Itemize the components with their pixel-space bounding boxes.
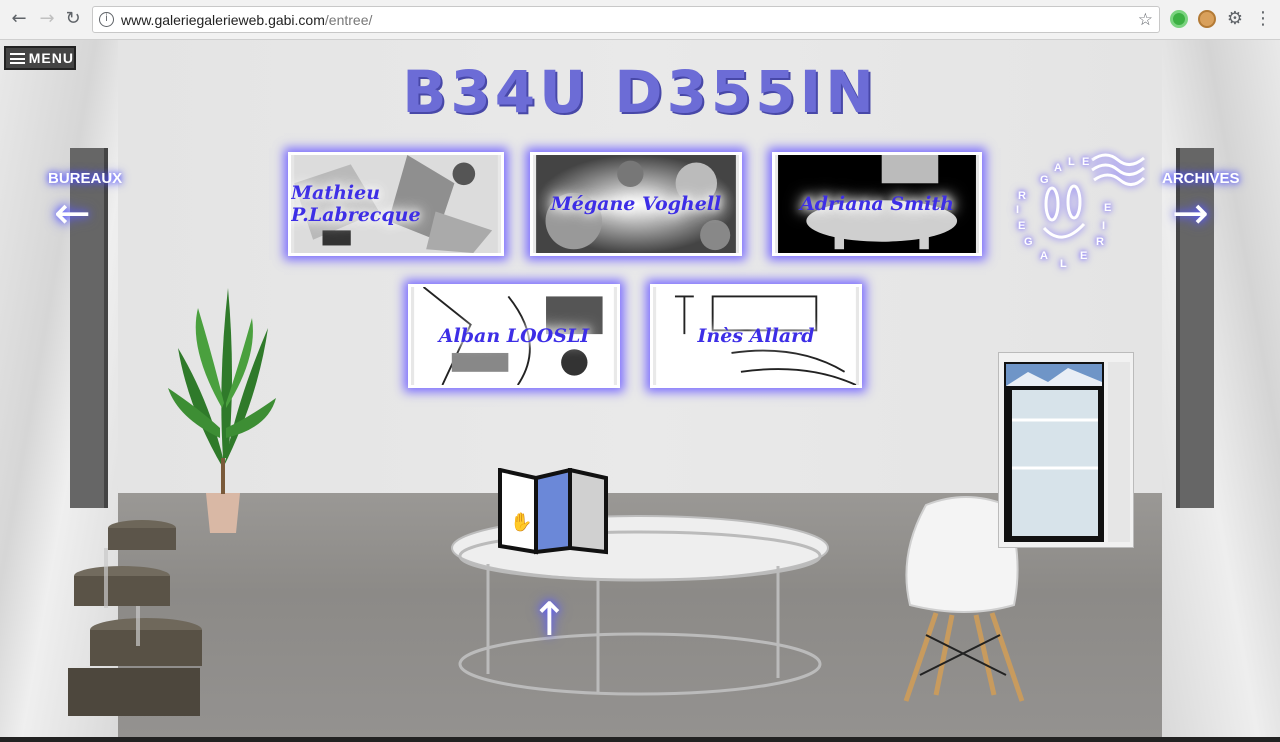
brochure-icon[interactable]: ✋ [496, 468, 610, 558]
gallery-scene: MENU B34U D355IN BUREAUX ← ARCHIVES → Ma… [0, 40, 1280, 742]
floor-edge [0, 737, 1280, 742]
artist-frame-megane[interactable]: Mégane Voghell [530, 152, 742, 256]
artist-name: Mégane Voghell [550, 193, 722, 215]
logo-letter: L [1060, 258, 1067, 270]
reload-icon[interactable]: ↻ [62, 8, 84, 30]
artist-frame-ines[interactable]: Inès Allard [650, 284, 862, 388]
up-arrow-icon[interactable]: ↑ [530, 596, 569, 642]
url-host: www.galeriegalerieweb.gabi.com [121, 12, 325, 28]
plant-icon[interactable] [168, 288, 278, 538]
artist-frame-mathieu[interactable]: Mathieu P.Labrecque [288, 152, 504, 256]
artist-name: Mathieu P.Labrecque [291, 182, 421, 226]
logo-letter: R [1096, 236, 1104, 248]
logo-letter: L [1068, 156, 1075, 168]
extension-cookie-icon[interactable] [1198, 10, 1216, 28]
logo-letter: A [1040, 250, 1048, 262]
forward-icon[interactable]: → [36, 8, 58, 30]
nav-left-arrow-icon[interactable]: ← [54, 192, 91, 236]
fountain-icon[interactable] [64, 518, 204, 718]
logo-letter: A [1054, 162, 1062, 174]
logo-letter: E [1104, 202, 1112, 214]
info-icon[interactable]: i [99, 12, 114, 27]
logo-letter: R [1018, 190, 1026, 202]
logo-letter: E [1018, 220, 1026, 232]
artist-frame-alban[interactable]: Alban LOOSLI [408, 284, 620, 388]
svg-text:✋: ✋ [510, 511, 532, 533]
browser-menu-icon[interactable]: ⋮ [1254, 10, 1272, 28]
back-icon[interactable]: ← [8, 8, 30, 30]
browser-toolbar: ← → ↻ i www.galeriegalerieweb.gabi.com/e… [0, 0, 1280, 40]
extension-green-icon[interactable] [1170, 10, 1188, 28]
artist-name: Inès Allard [697, 325, 815, 347]
url-path: /entree/ [324, 12, 373, 28]
menu-label: MENU [28, 50, 74, 66]
artist-name: Adriana Smith [800, 193, 954, 215]
logo-letter: I [1102, 220, 1106, 232]
galerie-logo[interactable]: G A L E R I E G A L E R I E [1010, 140, 1150, 280]
extension-gear-icon[interactable]: ⚙ [1226, 10, 1244, 28]
logo-letter: G [1024, 236, 1033, 248]
nav-right-arrow-icon[interactable]: → [1172, 192, 1209, 236]
artist-name: Alban LOOSLI [438, 325, 590, 347]
address-bar[interactable]: i www.galeriegalerieweb.gabi.com/entree/… [92, 6, 1160, 33]
logo-letter: E [1082, 156, 1090, 168]
logo-letter: G [1040, 174, 1049, 186]
page-title: B34U D355IN [402, 58, 878, 126]
logo-letter: E [1080, 250, 1088, 262]
fridge-icon[interactable] [998, 352, 1134, 548]
menu-button[interactable]: MENU [4, 46, 76, 70]
hamburger-icon [10, 52, 25, 64]
nav-bureaux-label[interactable]: BUREAUX [48, 170, 122, 187]
bookmark-star-icon[interactable]: ☆ [1138, 10, 1153, 30]
url-text[interactable]: www.galeriegalerieweb.gabi.com/entree/ [121, 12, 372, 28]
artist-frame-adriana[interactable]: Adriana Smith [772, 152, 982, 256]
nav-archives-label[interactable]: ARCHIVES [1162, 170, 1240, 187]
logo-letter: I [1016, 204, 1020, 216]
